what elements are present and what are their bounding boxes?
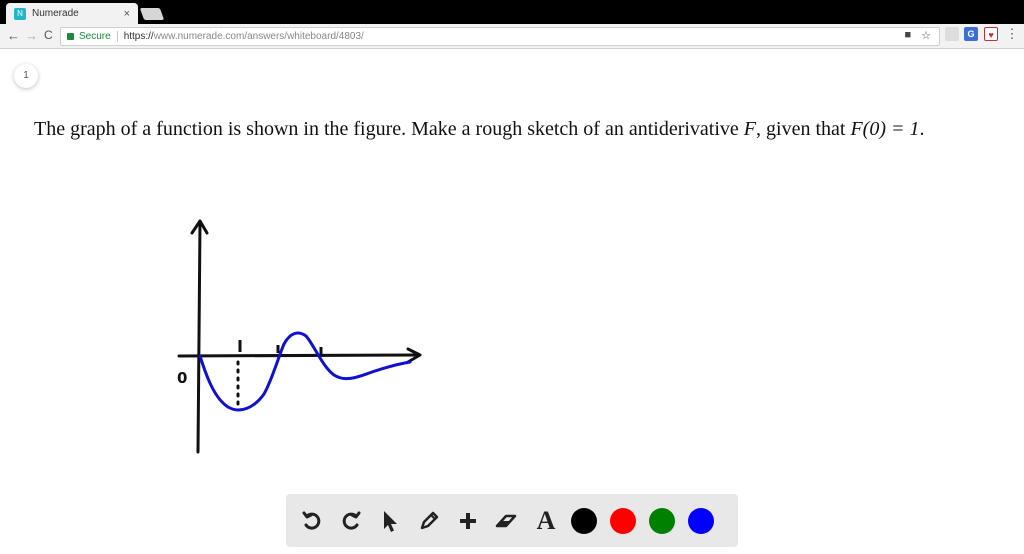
function-curve — [198, 331, 412, 412]
y-axis — [196, 221, 202, 454]
color-black-swatch[interactable] — [571, 507, 597, 534]
redo-icon[interactable] — [339, 509, 363, 533]
function-sketch: 0 — [177, 219, 422, 454]
plus-icon[interactable] — [456, 509, 480, 533]
color-red-swatch[interactable] — [610, 507, 636, 534]
pencil-icon[interactable] — [417, 509, 441, 533]
pointer-icon[interactable] — [378, 509, 402, 533]
x-axis — [177, 353, 421, 358]
undo-icon[interactable] — [300, 509, 324, 533]
color-blue-swatch[interactable] — [688, 507, 714, 534]
eraser-icon[interactable] — [495, 509, 519, 533]
text-tool-icon[interactable]: A — [534, 507, 558, 533]
origin-label: 0 — [177, 369, 187, 387]
color-green-swatch[interactable] — [649, 507, 675, 534]
drawing-toolbar: A — [286, 494, 738, 547]
